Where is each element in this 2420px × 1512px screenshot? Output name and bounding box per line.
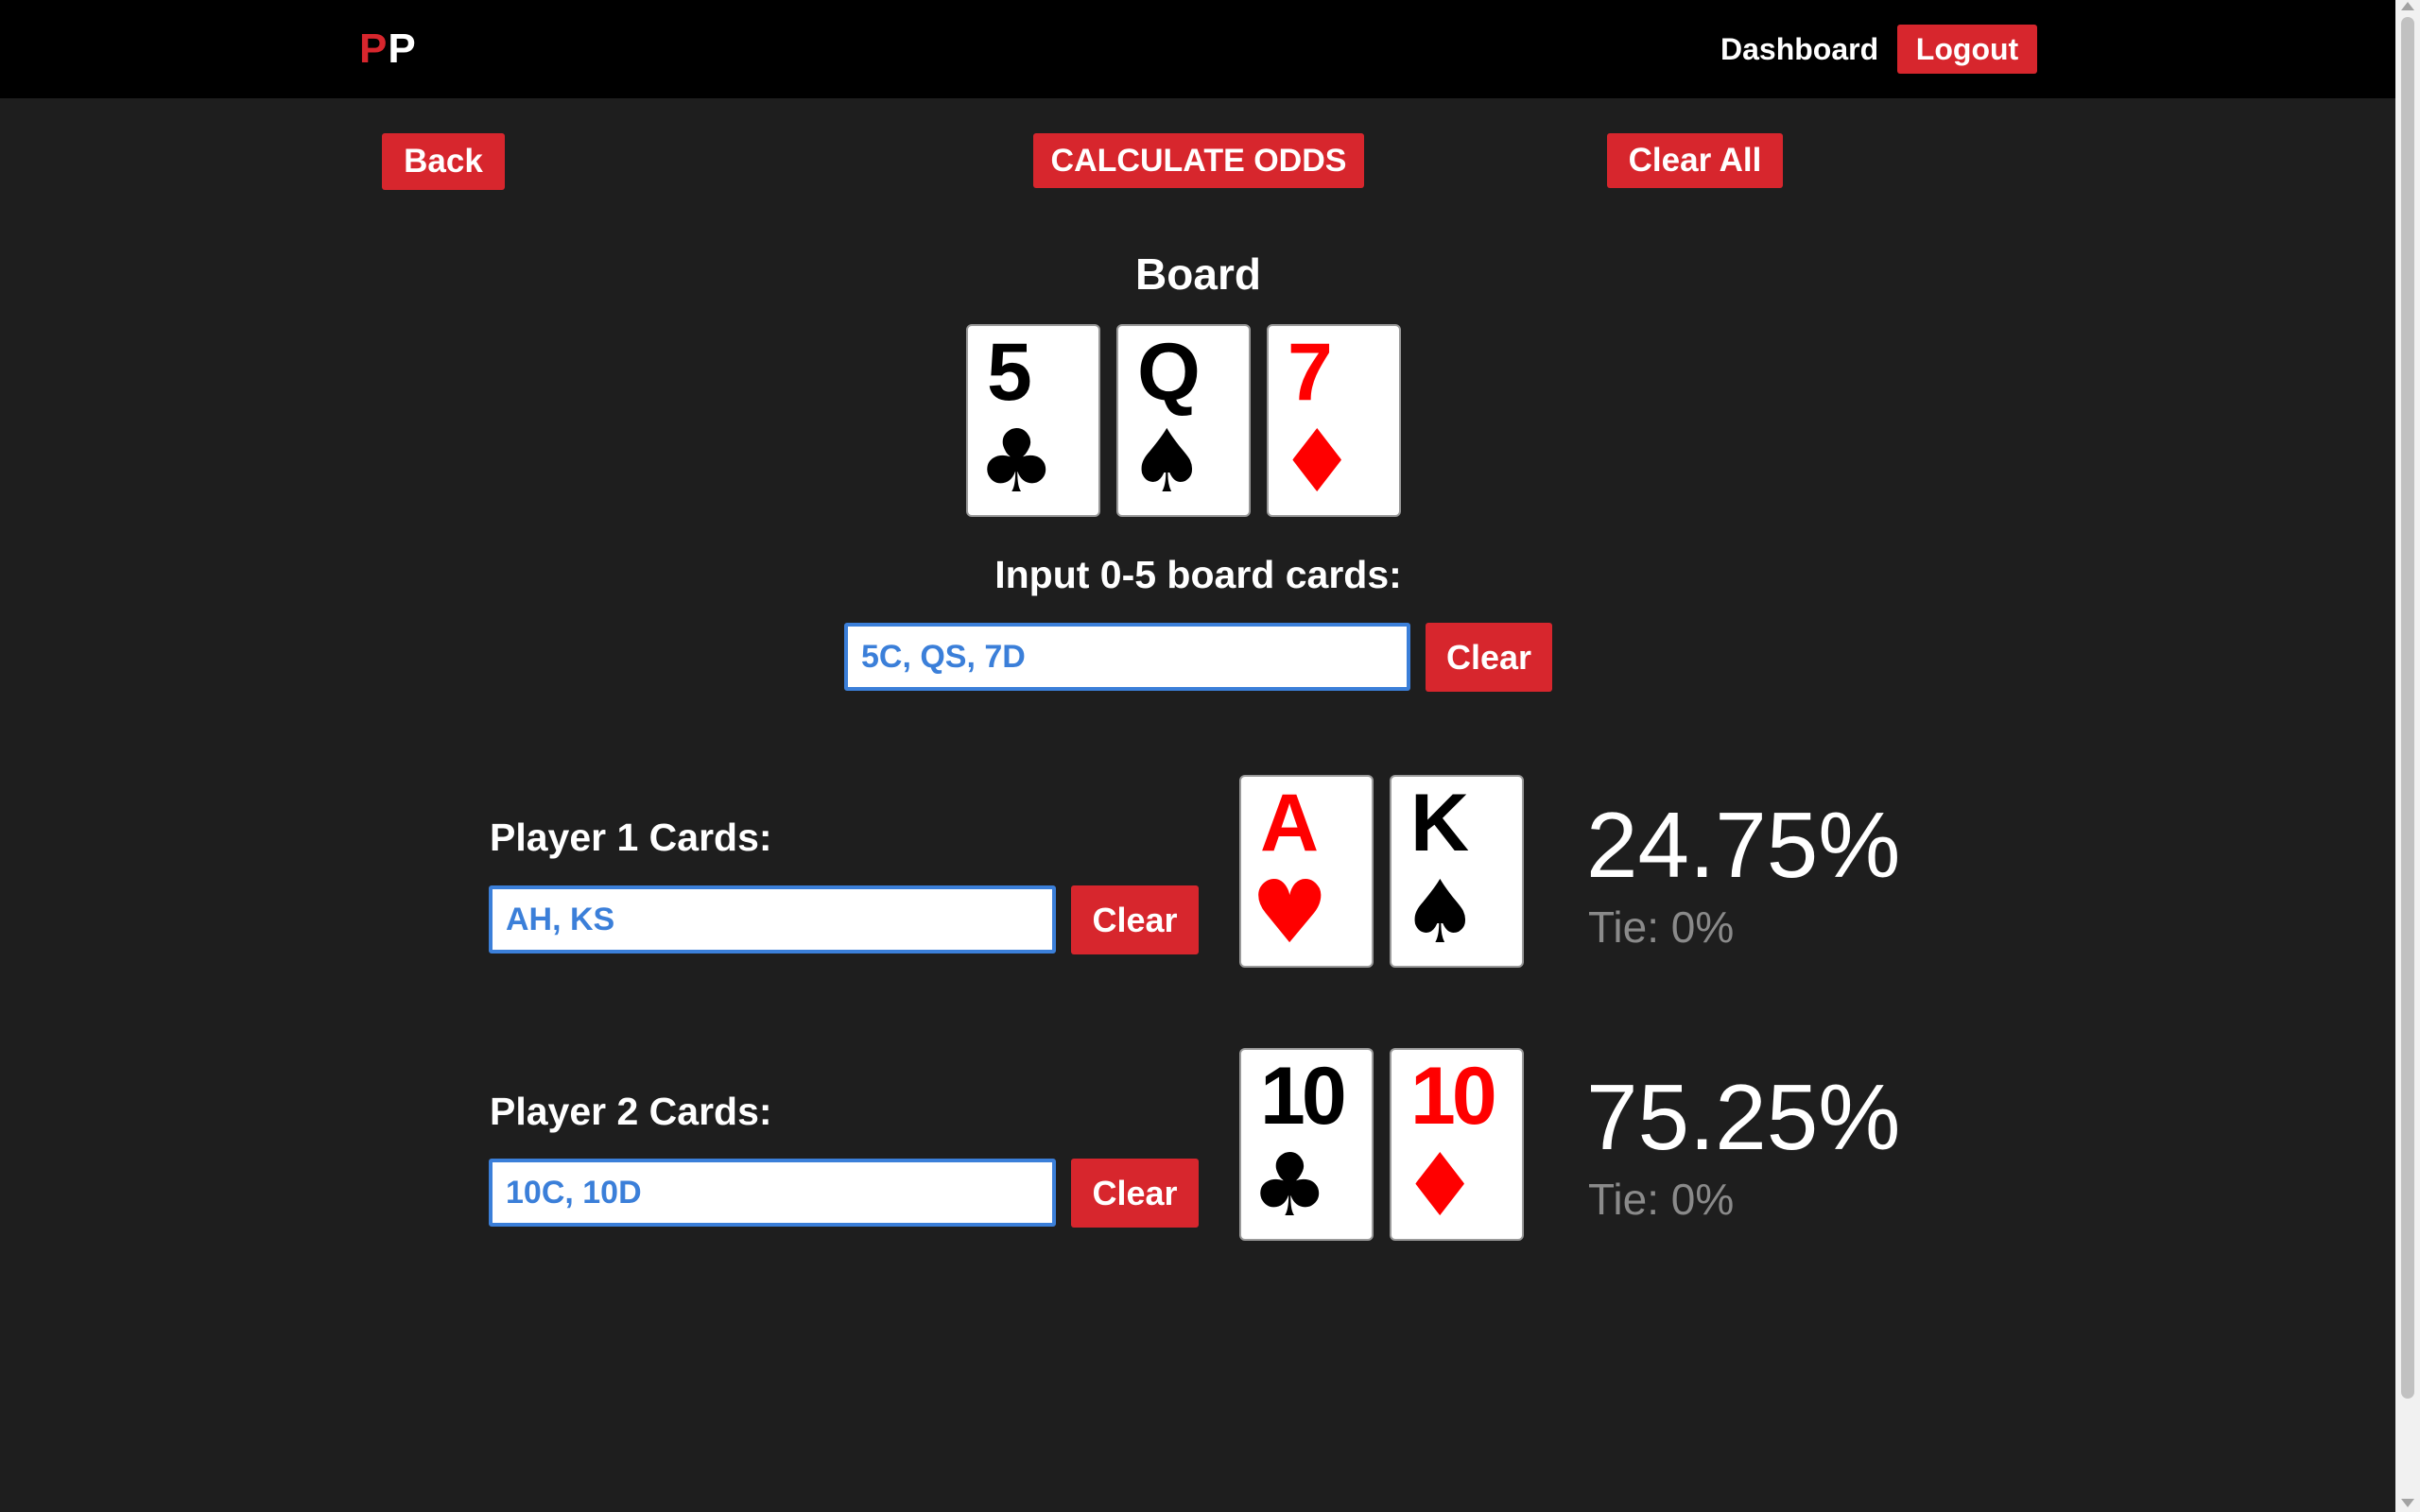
scroll-up-arrow-icon[interactable] bbox=[2401, 2, 2414, 10]
logout-button[interactable]: Logout bbox=[1897, 25, 2037, 74]
scrollbar-thumb[interactable] bbox=[2401, 17, 2414, 1399]
spades-icon: ♠ bbox=[1128, 411, 1206, 512]
player-2-cards-input[interactable] bbox=[489, 1159, 1056, 1227]
page: PP Dashboard Logout Back CALCULATE ODDS … bbox=[0, 0, 2420, 1512]
player-1-cards-input[interactable] bbox=[489, 885, 1056, 954]
logo-letter-red: P bbox=[359, 26, 389, 72]
card-rank: 7 bbox=[1288, 327, 1333, 418]
back-button[interactable]: Back bbox=[382, 133, 505, 190]
player-1-tie-percentage: Tie: 0% bbox=[1588, 902, 1735, 952]
board-cards-input[interactable] bbox=[844, 623, 1410, 691]
card-rank: 5 bbox=[987, 327, 1032, 418]
player-1-clear-button[interactable]: Clear bbox=[1071, 885, 1199, 954]
player-2-tie-percentage: Tie: 0% bbox=[1588, 1175, 1735, 1224]
player-2-win-percentage: 75.25% bbox=[1586, 1065, 1901, 1169]
card-rank: 10 bbox=[1260, 1051, 1347, 1142]
dashboard-link[interactable]: Dashboard bbox=[1720, 28, 1878, 70]
clubs-icon: ♣ bbox=[1251, 1135, 1329, 1236]
player-1-card: K ♠ bbox=[1390, 775, 1524, 968]
player-2-card: 10 ♣ bbox=[1239, 1048, 1374, 1241]
top-navbar: PP Dashboard Logout bbox=[0, 0, 2395, 98]
board-card: 7 ♦ bbox=[1267, 324, 1401, 517]
player-2-clear-button[interactable]: Clear bbox=[1071, 1159, 1199, 1228]
logo-letter-white: P bbox=[388, 26, 417, 72]
clubs-icon: ♣ bbox=[977, 411, 1056, 512]
card-rank: Q bbox=[1137, 327, 1201, 418]
diamonds-icon: ♦ bbox=[1278, 411, 1357, 512]
diamonds-icon: ♦ bbox=[1401, 1135, 1479, 1236]
player-1-win-percentage: 24.75% bbox=[1586, 793, 1901, 897]
player-2-label: Player 2 Cards: bbox=[490, 1090, 772, 1133]
spades-icon: ♠ bbox=[1401, 862, 1479, 963]
player-1-label: Player 1 Cards: bbox=[490, 816, 772, 859]
player-2-card: 10 ♦ bbox=[1390, 1048, 1524, 1241]
board-card: Q ♠ bbox=[1116, 324, 1251, 517]
calculate-odds-button[interactable]: CALCULATE ODDS bbox=[1033, 133, 1364, 188]
card-rank: 10 bbox=[1410, 1051, 1497, 1142]
player-1-card: A ♥ bbox=[1239, 775, 1374, 968]
logo[interactable]: PP bbox=[359, 25, 417, 74]
scroll-down-arrow-icon[interactable] bbox=[2401, 1499, 2414, 1507]
board-title: Board bbox=[1135, 249, 1261, 299]
clear-all-button[interactable]: Clear All bbox=[1607, 133, 1783, 188]
card-rank: K bbox=[1410, 778, 1469, 868]
board-input-label: Input 0-5 board cards: bbox=[994, 553, 1402, 596]
card-rank: A bbox=[1260, 778, 1319, 868]
hearts-icon: ♥ bbox=[1251, 862, 1329, 963]
board-card: 5 ♣ bbox=[966, 324, 1100, 517]
board-clear-button[interactable]: Clear bbox=[1426, 623, 1552, 692]
